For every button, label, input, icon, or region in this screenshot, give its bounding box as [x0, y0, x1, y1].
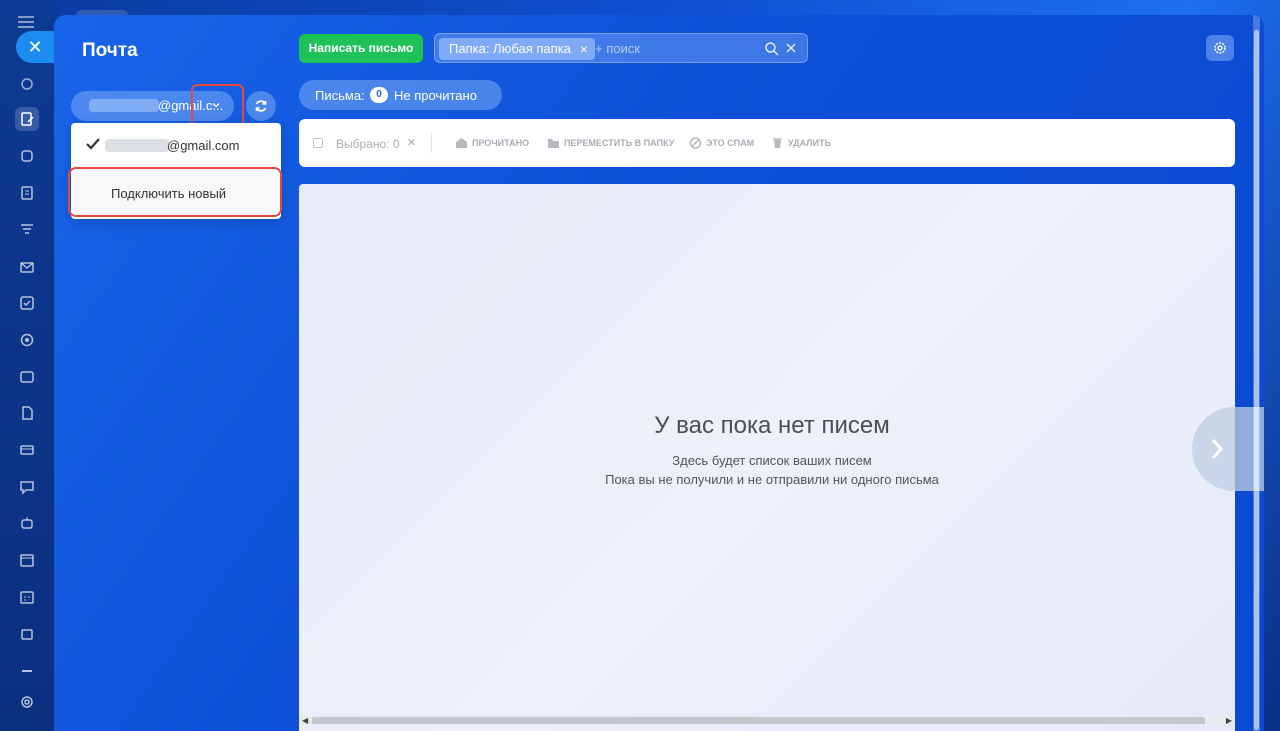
file-icon[interactable] [15, 401, 39, 425]
blurred-email-prefix [105, 139, 169, 152]
close-icon: ✕ [27, 36, 43, 57]
empty-state-title: У вас пока нет писем [654, 412, 890, 439]
chat-icon[interactable] [15, 475, 39, 499]
schedule-icon[interactable] [15, 585, 39, 609]
chevron-right-icon [1211, 439, 1224, 459]
activity-icon[interactable] [15, 72, 39, 96]
funnel-icon[interactable] [15, 218, 39, 242]
scroll-left-icon[interactable]: ◀ [302, 716, 308, 725]
mail-toolbar: Выбрано: 0 × ПРОЧИТАНО ПЕРЕМЕСТИТЬ В ПАП… [299, 119, 1235, 167]
mail-panel: Почта @gmail.c... @gmail.com Подключить … [54, 15, 1264, 731]
select-all-checkbox[interactable] [313, 138, 323, 148]
robot-icon[interactable] [15, 511, 39, 535]
blurred-email-prefix [89, 99, 159, 112]
folder-filter-chip[interactable]: Папка: Любая папка × [439, 38, 595, 60]
vertical-scrollbar[interactable] [1253, 15, 1260, 731]
document-icon[interactable] [15, 181, 39, 205]
remove-filter-icon[interactable]: × [580, 38, 588, 60]
selected-count: Выбрано: 0 [336, 137, 400, 151]
page-title: Почта [82, 40, 138, 61]
more-icon[interactable] [15, 658, 39, 682]
scrollbar-thumb[interactable] [312, 717, 1205, 724]
refresh-icon [255, 100, 267, 112]
search-input[interactable]: + поиск [595, 41, 640, 56]
empty-state-line-1: Здесь будет список ваших писем [672, 453, 872, 468]
counter-badge: 0 [370, 87, 388, 103]
gear-icon [1214, 42, 1226, 54]
search-box[interactable]: Папка: Любая папка × + поиск [434, 33, 808, 63]
highlight-frame-connect [68, 167, 282, 217]
contact-center-icon[interactable] [15, 365, 39, 389]
mark-read-label: ПРОЧИТАНО [472, 138, 530, 148]
unread-filter[interactable]: Не прочитано [394, 88, 477, 103]
left-rail [0, 0, 54, 731]
mail-list-area: У вас пока нет писем Здесь будет список … [299, 184, 1235, 731]
dropdown-email: @gmail.com [167, 138, 240, 153]
compose-button[interactable]: Написать письмо [299, 34, 423, 63]
letters-counter-pill[interactable]: Письма: 0 Не прочитано [299, 80, 502, 110]
folder-icon [548, 139, 559, 148]
horizontal-scrollbar[interactable]: ◀ ▶ [299, 715, 1235, 725]
dropdown-item-current-account[interactable]: @gmail.com [71, 133, 281, 159]
goals-icon[interactable] [15, 328, 39, 352]
spam-icon [689, 137, 702, 149]
move-to-folder-button[interactable]: ПЕРЕМЕСТИТЬ В ПАПКУ [547, 137, 674, 149]
delete-label: УДАЛИТЬ [788, 138, 831, 148]
hamburger-icon[interactable] [18, 16, 34, 28]
clear-search-icon[interactable] [784, 41, 798, 55]
move-to-folder-label: ПЕРЕМЕСТИТЬ В ПАПКУ [564, 138, 675, 148]
clear-selection-icon[interactable]: × [407, 134, 416, 151]
mail-icon[interactable] [15, 255, 39, 279]
counter-label: Письма: [315, 88, 365, 103]
card-icon[interactable] [15, 438, 39, 462]
edit-icon[interactable] [15, 107, 39, 131]
toolbar-divider [431, 133, 432, 153]
search-icon[interactable] [764, 41, 780, 57]
crm-icon[interactable] [15, 144, 39, 168]
store-icon[interactable] [15, 622, 39, 646]
close-slider-button[interactable]: ✕ [16, 31, 54, 63]
scroll-right-icon[interactable]: ▶ [1226, 716, 1232, 725]
trash-icon [773, 138, 782, 148]
envelope-open-icon [456, 138, 467, 148]
vertical-scrollbar-thumb[interactable] [1254, 30, 1259, 730]
mark-read-button[interactable]: ПРОЧИТАНО [455, 137, 529, 149]
calendar-icon[interactable] [15, 548, 39, 572]
tasks-icon[interactable] [15, 291, 39, 315]
highlight-frame-chevron [191, 84, 244, 128]
checkmark-icon [86, 138, 100, 150]
settings-gear-icon[interactable] [15, 690, 39, 714]
mark-spam-label: ЭТО СПАМ [706, 138, 755, 148]
empty-state-line-2: Пока вы не получили и не отправили ни од… [605, 472, 939, 487]
filter-chip-label: Папка: Любая папка [449, 41, 571, 56]
delete-button[interactable]: УДАЛИТЬ [771, 137, 831, 149]
settings-button[interactable] [1206, 35, 1234, 61]
refresh-button[interactable] [246, 91, 276, 121]
mark-spam-button[interactable]: ЭТО СПАМ [689, 137, 754, 149]
